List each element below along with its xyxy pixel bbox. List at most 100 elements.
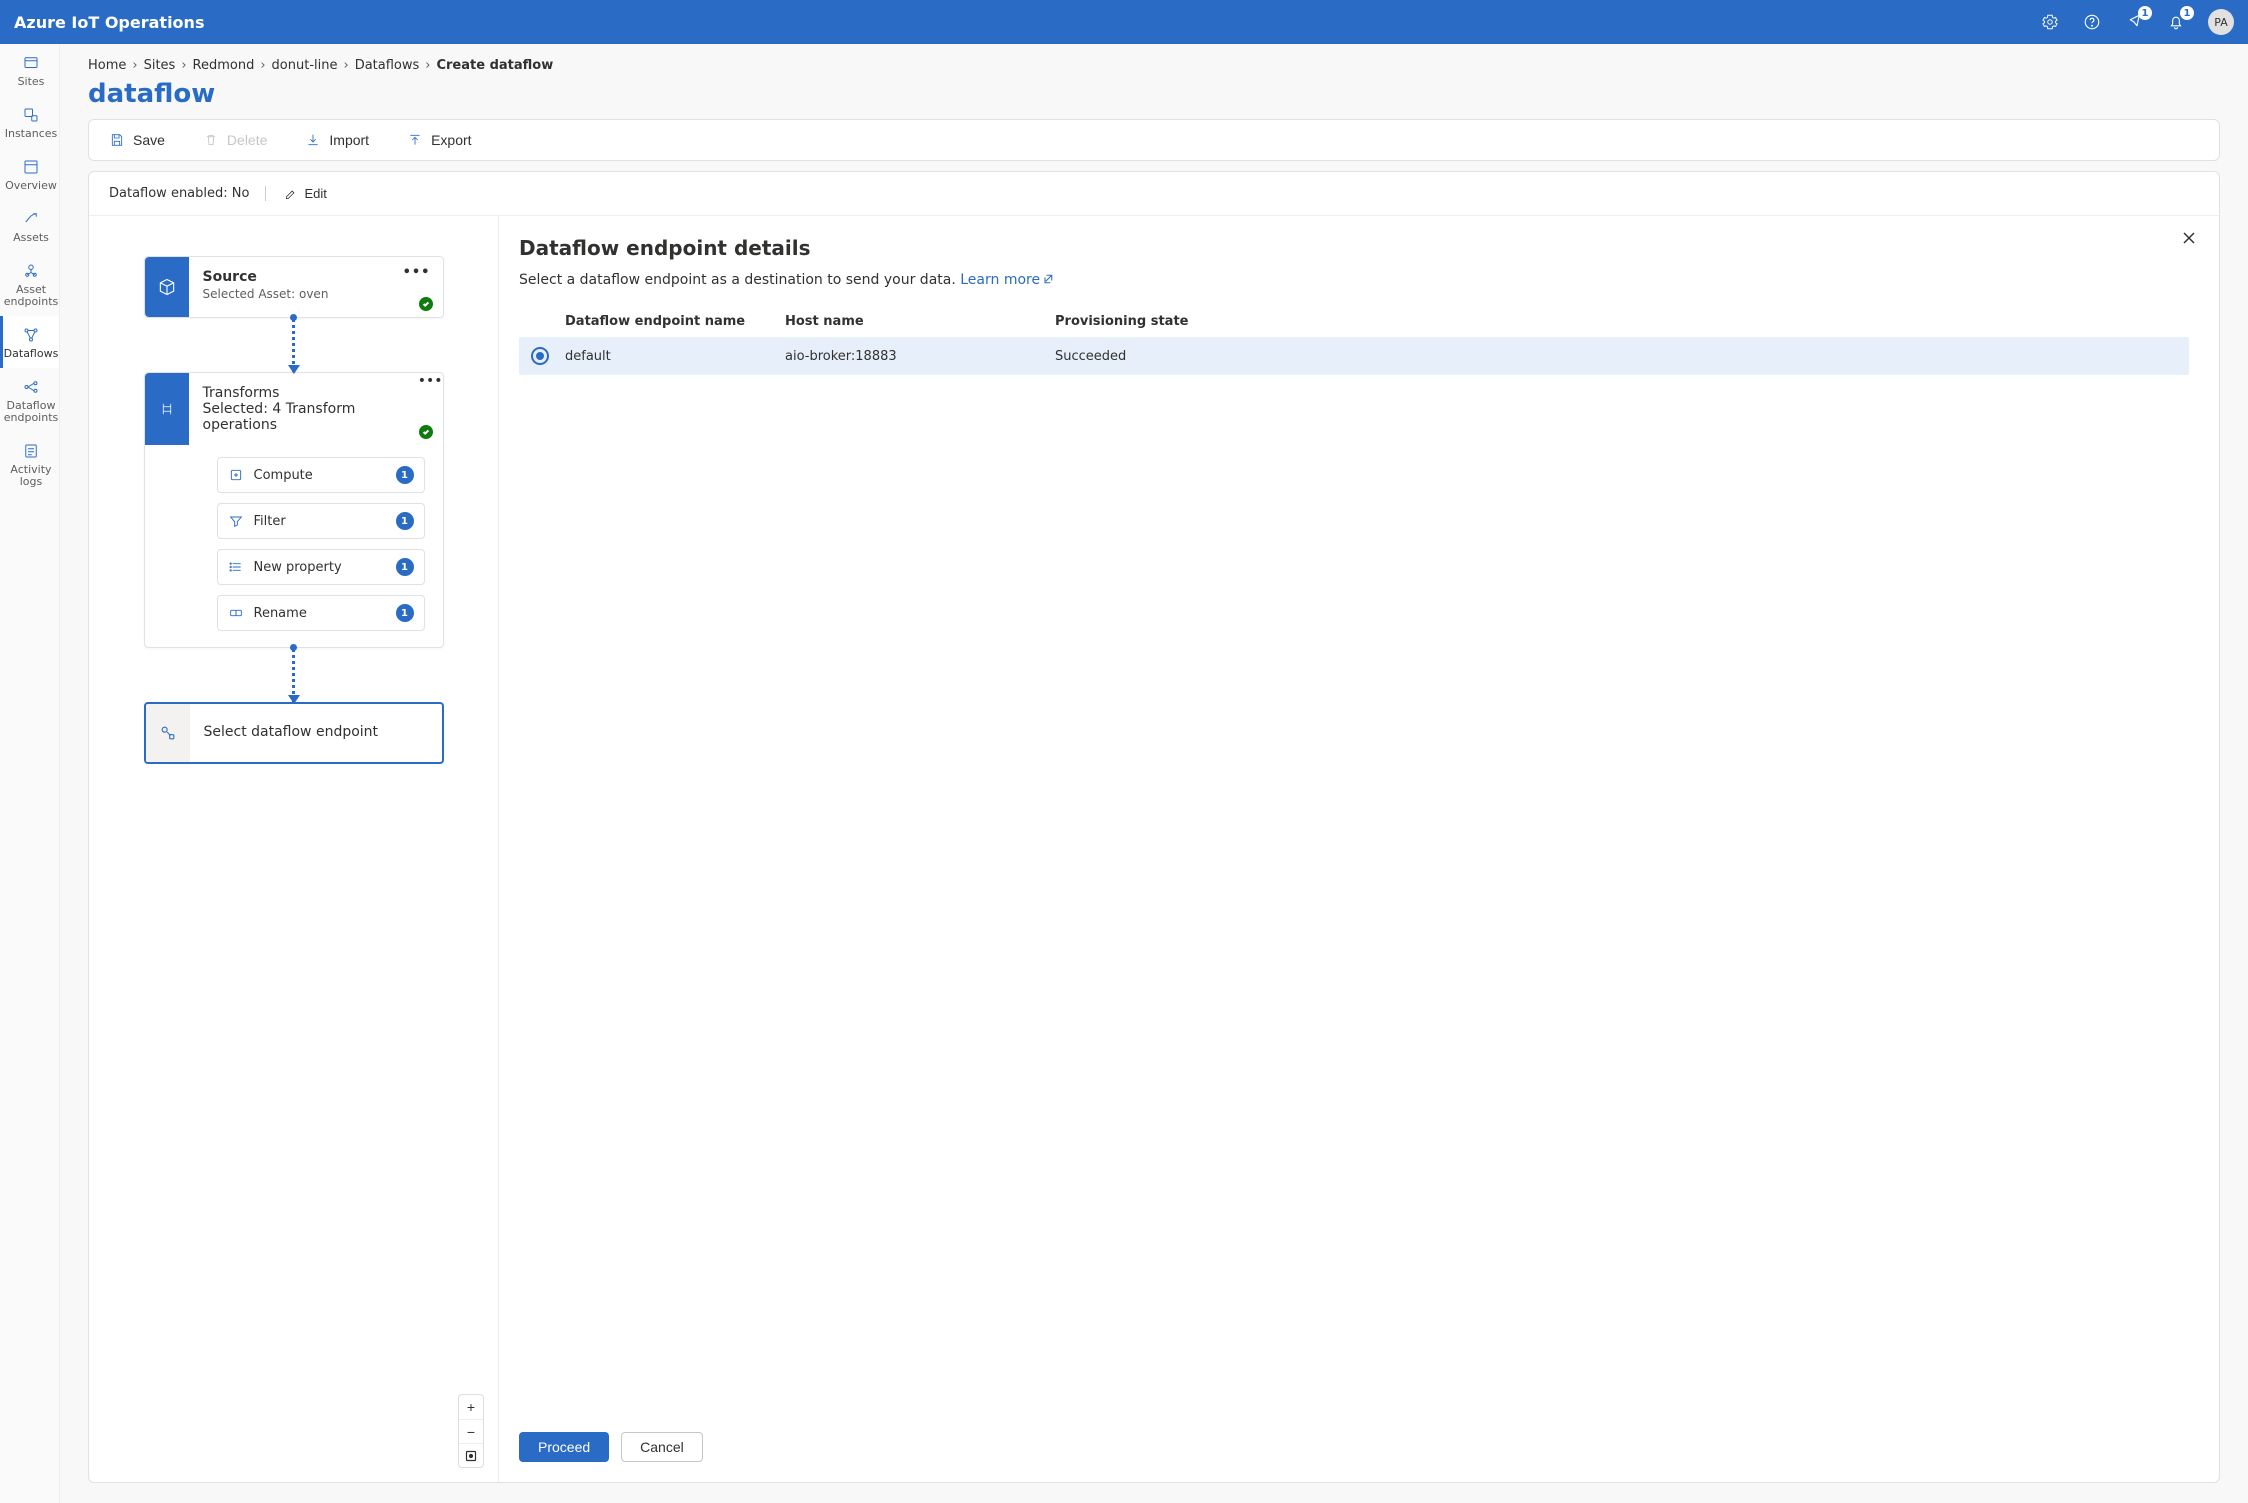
crumb-donutline[interactable]: donut-line — [272, 58, 338, 73]
breadcrumb: Home› Sites› Redmond› donut-line› Datafl… — [60, 44, 2248, 79]
transforms-icon — [145, 373, 189, 445]
close-icon — [2181, 230, 2197, 246]
col-endpoint-name: Dataflow endpoint name — [565, 314, 785, 329]
op-rename[interactable]: Rename 1 — [217, 595, 425, 631]
nav-assets[interactable]: Assets — [0, 200, 59, 252]
crumb-redmond[interactable]: Redmond — [193, 58, 255, 73]
import-icon — [305, 132, 321, 148]
transforms-node[interactable]: Transforms Selected: 4 Transform operati… — [144, 372, 444, 648]
details-panel: Dataflow endpoint details Select a dataf… — [499, 216, 2219, 1482]
trash-icon — [203, 132, 219, 148]
enabled-status: Dataflow enabled: No — [109, 186, 266, 201]
export-button[interactable]: Export — [401, 128, 477, 152]
assets-icon — [20, 208, 42, 230]
select-endpoint-label: Select dataflow endpoint — [190, 704, 442, 762]
main: Home› Sites› Redmond› donut-line› Datafl… — [60, 44, 2248, 1503]
rename-icon — [228, 605, 244, 621]
transform-ops: Compute 1 Filter 1 New property — [145, 445, 443, 647]
proceed-button[interactable]: Proceed — [519, 1432, 609, 1462]
status-bar: Dataflow enabled: No Edit — [89, 172, 2219, 216]
sites-icon — [20, 52, 42, 74]
check-icon — [419, 297, 433, 311]
nav-dataflow-endpoints[interactable]: Dataflow endpoints — [0, 368, 59, 432]
connector-2 — [292, 648, 295, 702]
col-host-name: Host name — [785, 314, 1055, 329]
close-button[interactable] — [2181, 230, 2197, 249]
cell-name: default — [565, 349, 785, 364]
bell-icon[interactable]: 1 — [2166, 12, 2186, 32]
details-footer: Proceed Cancel — [519, 1416, 2189, 1462]
external-link-icon — [1042, 273, 1054, 285]
select-endpoint-node[interactable]: Select dataflow endpoint — [144, 702, 444, 764]
pencil-icon — [284, 187, 298, 201]
dataflows-icon — [20, 324, 42, 346]
cube-icon — [145, 257, 189, 317]
connector-1 — [292, 318, 295, 372]
crumb-current: Create dataflow — [436, 58, 553, 73]
workspace: Dataflow enabled: No Edit Source S — [88, 171, 2220, 1483]
save-icon — [109, 132, 125, 148]
nav-activity-logs[interactable]: Activity logs — [0, 432, 59, 496]
delete-button: Delete — [197, 128, 273, 152]
header-actions: 1 1 PA — [2040, 9, 2234, 35]
source-node[interactable]: Source Selected Asset: oven ••• — [144, 256, 444, 318]
op-compute[interactable]: Compute 1 — [217, 457, 425, 493]
source-title: Source — [203, 269, 429, 285]
zoom-in-button[interactable]: + — [459, 1395, 483, 1419]
compute-icon — [228, 467, 244, 483]
page-title: dataflow — [60, 79, 2248, 119]
endpoint-icon — [146, 704, 190, 762]
help-icon[interactable] — [2082, 12, 2102, 32]
zoom-fit-button[interactable] — [459, 1443, 483, 1467]
asset-endpoints-icon — [20, 260, 42, 282]
badge-2: 1 — [2180, 6, 2194, 20]
op-new-property[interactable]: New property 1 — [217, 549, 425, 585]
cell-state: Succeeded — [1055, 349, 2177, 364]
nav-asset-endpoints[interactable]: Asset endpoints — [0, 252, 59, 316]
filter-icon — [228, 513, 244, 529]
details-description: Select a dataflow endpoint as a destinat… — [519, 272, 2189, 288]
list-icon — [228, 559, 244, 575]
nav-dataflows[interactable]: Dataflows — [0, 316, 59, 368]
dataflow-endpoints-icon — [20, 376, 42, 398]
overview-icon — [20, 156, 42, 178]
radio-selected[interactable] — [531, 347, 549, 365]
nav-sites[interactable]: Sites — [0, 44, 59, 96]
app-title: Azure IoT Operations — [14, 13, 204, 32]
transforms-sub: Selected: 4 Transform operations — [203, 401, 404, 433]
transforms-title: Transforms — [203, 385, 404, 401]
nav-overview[interactable]: Overview — [0, 148, 59, 200]
export-icon — [407, 132, 423, 148]
instances-icon — [20, 104, 42, 126]
crumb-dataflows[interactable]: Dataflows — [355, 58, 420, 73]
badge-1: 1 — [2138, 6, 2152, 20]
source-sub: Selected Asset: oven — [203, 287, 429, 301]
check-icon — [419, 425, 433, 439]
table-header: Dataflow endpoint name Host name Provisi… — [519, 306, 2189, 337]
feedback-icon[interactable]: 1 — [2124, 12, 2144, 32]
crumb-sites[interactable]: Sites — [144, 58, 176, 73]
import-button[interactable]: Import — [299, 128, 375, 152]
learn-more-link[interactable]: Learn more — [960, 272, 1054, 288]
edit-button[interactable]: Edit — [284, 186, 326, 201]
op-filter[interactable]: Filter 1 — [217, 503, 425, 539]
save-button[interactable]: Save — [103, 128, 171, 152]
activity-logs-icon — [20, 440, 42, 462]
endpoint-table: Dataflow endpoint name Host name Provisi… — [519, 306, 2189, 375]
source-more-icon[interactable]: ••• — [403, 265, 431, 280]
sidebar: Sites Instances Overview Assets Asset en… — [0, 44, 60, 1503]
nav-instances[interactable]: Instances — [0, 96, 59, 148]
toolbar: Save Delete Import Export — [88, 119, 2220, 161]
avatar[interactable]: PA — [2208, 9, 2234, 35]
zoom-out-button[interactable]: − — [459, 1419, 483, 1443]
cancel-button[interactable]: Cancel — [621, 1432, 703, 1462]
table-row[interactable]: default aio-broker:18883 Succeeded — [519, 337, 2189, 375]
crumb-home[interactable]: Home — [88, 58, 126, 73]
canvas: Source Selected Asset: oven ••• — [89, 216, 499, 1482]
cell-host: aio-broker:18883 — [785, 349, 1055, 364]
details-title: Dataflow endpoint details — [519, 236, 2189, 260]
col-provisioning-state: Provisioning state — [1055, 314, 2177, 329]
gear-icon[interactable] — [2040, 12, 2060, 32]
zoom-controls: + − — [458, 1394, 484, 1468]
top-header: Azure IoT Operations 1 1 PA — [0, 0, 2248, 44]
